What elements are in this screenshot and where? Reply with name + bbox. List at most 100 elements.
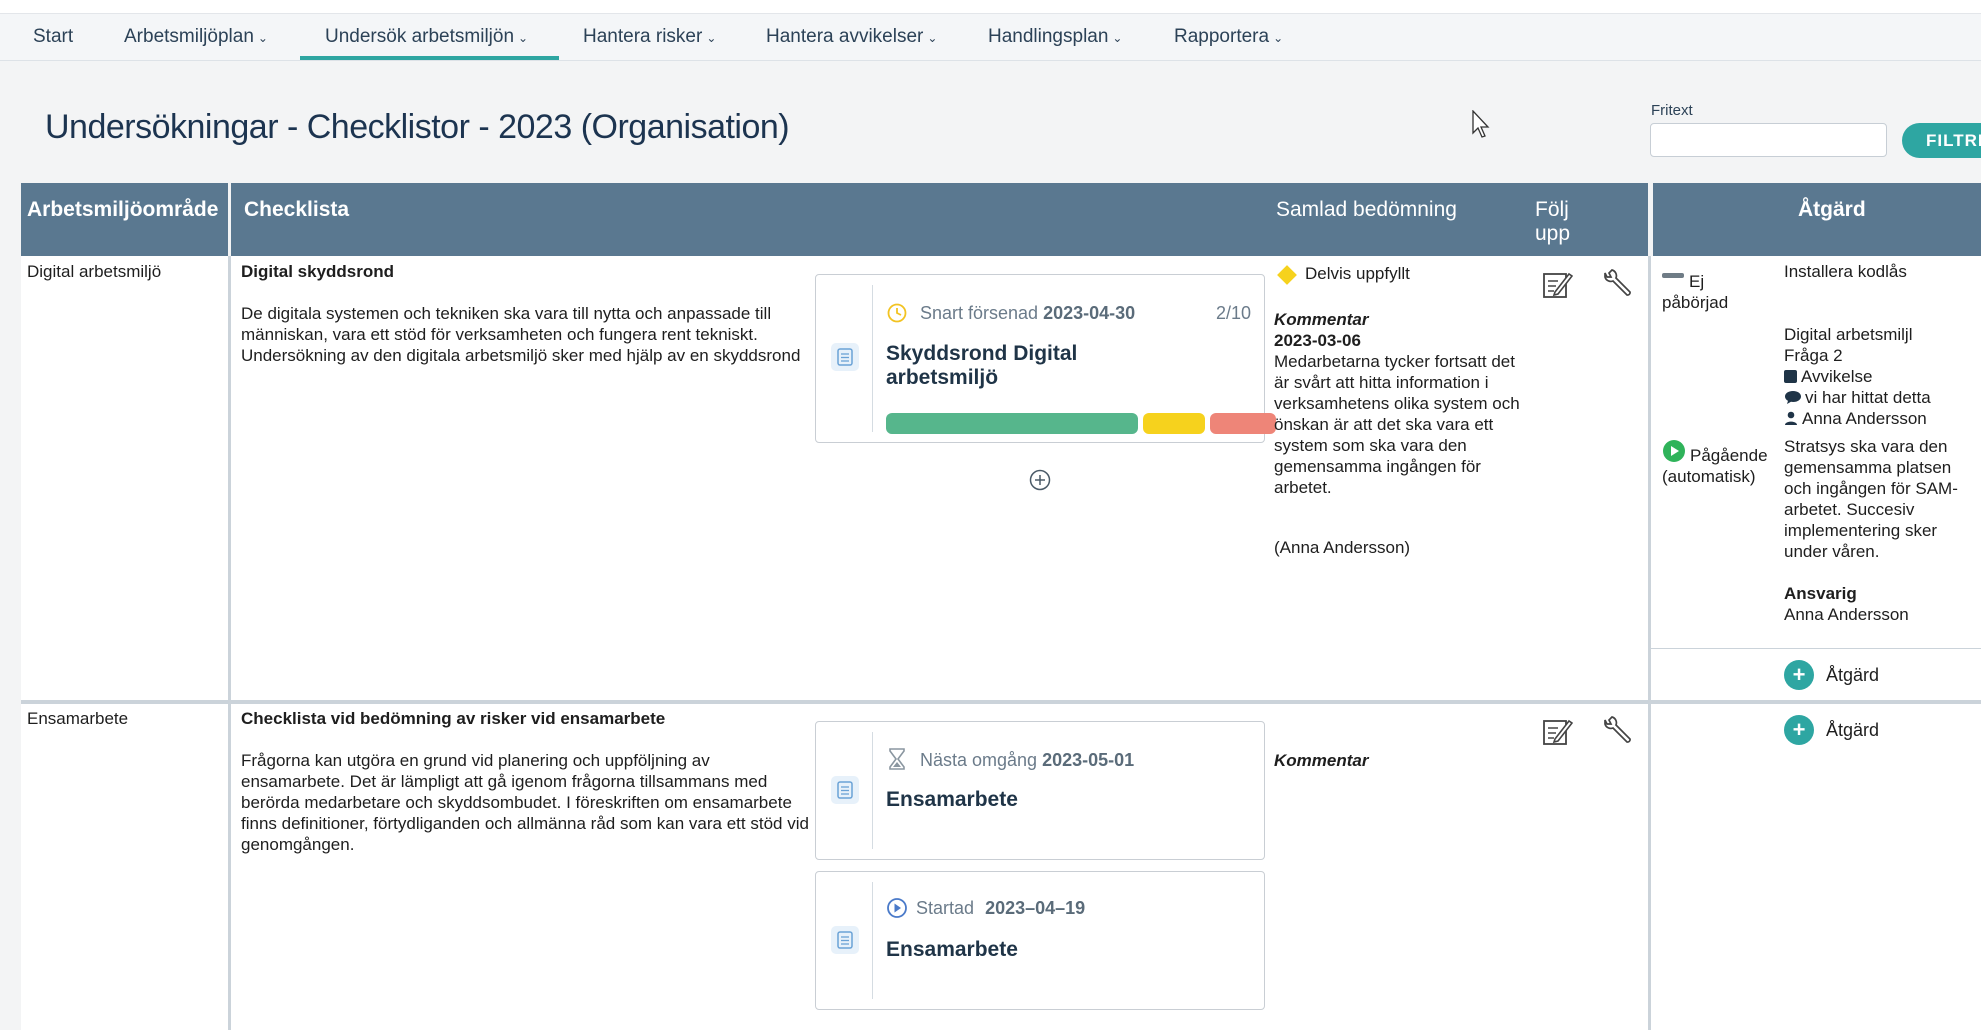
progress-green [886,413,1138,434]
nav-label: Hantera avvikelser [766,26,924,47]
deviation-text: Avvikelse [1801,367,1873,386]
nav-label: Rapportera [1174,26,1270,47]
chevron-down-icon: ⌄ [1273,31,1284,45]
wrench-icon[interactable] [1601,715,1633,747]
nav-start[interactable]: Start [33,14,73,60]
nav-hantera-risker[interactable]: Hantera risker ⌄ [583,14,716,60]
action-status: Ej påbörjad [1662,272,1729,312]
person-icon [1785,411,1797,425]
action-link-title[interactable]: Digital arbetsmiljl [1784,324,1912,345]
deviation-icon [1784,370,1797,383]
add-action-button[interactable]: + [1784,660,1814,690]
area-name: Ensamarbete [27,709,129,728]
checklist-title: Digital skyddsrond [241,262,395,281]
checklist-card[interactable]: Startad 2023–04–19 Ensamarbete [815,871,1265,1010]
action-link-sub: Fråga 2 [1784,346,1843,365]
checklist-title: Checklista vid bedömning av risker vid e… [241,709,666,728]
nav-handlingsplan[interactable]: Handlingsplan ⌄ [988,14,1122,60]
header-action: Åtgärd [1653,183,1981,256]
comment-author: (Anna Andersson) [1274,538,1411,557]
card-date: 2023–04–19 [985,898,1086,918]
card-count: 2/10 [1216,303,1252,323]
speech-bubble-icon [1785,391,1801,404]
nav-label: Handlingsplan [988,26,1109,47]
add-action-label[interactable]: Åtgärd [1826,665,1879,686]
nav-undersok-arbetsmiljon[interactable]: Undersök arbetsmiljön ⌄ [300,14,559,60]
nav-hantera-avvikelser[interactable]: Hantera avvikelser ⌄ [766,14,937,60]
responsible-name: Anna Andersson [1784,605,1909,624]
edit-note-icon[interactable] [1541,268,1573,300]
person-name: Anna Andersson [1802,409,1927,428]
action-divider [1651,648,1981,649]
nav-label: Hantera risker [583,26,703,47]
assessment-label: Delvis uppfyllt [1305,264,1410,283]
chevron-down-icon: ⌄ [257,31,268,45]
card-title: Ensamarbete [886,788,1018,811]
progress-red [1210,413,1276,434]
checklist-icon [831,926,859,954]
card-divider [872,285,873,432]
main-nav: Start Arbetsmiljöplan ⌄ Undersök arbetsmi… [0,14,1981,61]
top-strip [0,0,1981,14]
card-status-text: Startad [916,898,975,918]
nav-arbetsmiljoplan[interactable]: Arbetsmiljöplan ⌄ [124,14,268,60]
hourglass-icon [889,748,905,770]
checklist-icon [831,343,859,371]
edit-note-icon[interactable] [1541,715,1573,747]
fritext-label: Fritext [1651,102,1693,119]
fritext-input[interactable] [1650,123,1887,157]
area-name: Digital arbetsmiljö [27,262,162,281]
card-status-text: Nästa omgång [920,750,1038,770]
comment-label: Kommentar [1274,751,1369,770]
action-status: Pågående (automatisk) [1662,446,1768,486]
comment-label: Kommentar [1274,310,1369,329]
nav-label: Arbetsmiljöplan [124,26,254,47]
card-status: Snart försenad 2023-04-30 [920,303,1135,324]
column-divider [1648,256,1651,1030]
play-circle-outline-icon [887,898,907,918]
diamond-icon [1277,265,1297,285]
chevron-down-icon: ⌄ [1112,31,1123,45]
wrench-icon[interactable] [1601,268,1633,300]
comment-text: Medarbetarna tycker fortsatt det är svår… [1274,352,1520,497]
responsible-label: Ansvarig [1784,584,1857,603]
filter-button[interactable]: FILTRE [1902,123,1981,158]
card-title: Ensamarbete [886,938,1018,961]
card-status: Startad 2023–04–19 [916,898,1085,919]
nav-rapportera[interactable]: Rapportera ⌄ [1174,14,1283,60]
add-action-button[interactable]: + [1784,715,1814,745]
header-area-label: Arbetsmiljöområde [27,198,219,221]
checklist-description: Frågorna kan utgöra en grund vid planeri… [241,751,809,854]
card-status: Nästa omgång 2023-05-01 [920,750,1134,771]
column-divider [228,256,231,1030]
row-divider [21,700,1981,704]
card-date: 2023-05-01 [1042,750,1135,770]
header-assessment-label: Samlad bedömning [1276,198,1457,221]
card-date: 2023-04-30 [1043,303,1136,323]
header-main: Checklista Samlad bedömning Följ upp [231,183,1648,256]
action-text: Stratsys ska vara den gemensamma platsen… [1784,437,1958,561]
checklist-card[interactable]: Nästa omgång 2023-05-01 Ensamarbete [815,721,1265,860]
checklist-icon [831,776,859,804]
progress-yellow [1143,413,1205,434]
add-circle-icon[interactable] [1028,468,1052,492]
person-line: Anna Andersson [1784,408,1927,429]
chevron-down-icon: ⌄ [927,31,938,45]
add-action-label[interactable]: Åtgärd [1826,720,1879,741]
header-action-label: Åtgärd [1798,198,1866,221]
comment-snippet: vi har hittat detta [1805,388,1931,407]
checklist-description: De digitala systemen och tekniken ska va… [241,304,801,365]
nav-label: Start [33,26,74,47]
nav-label: Undersök arbetsmiljön [325,26,515,47]
comment-line: vi har hittat detta [1784,387,1931,408]
header-checklist-label: Checklista [244,198,350,221]
card-divider [872,882,873,999]
card-divider [872,732,873,849]
header-follow-up-label: Följ upp [1535,198,1571,245]
chevron-down-icon: ⌄ [706,31,717,45]
action-title[interactable]: Installera kodlås [1784,261,1907,282]
chevron-down-icon: ⌄ [518,31,529,45]
page-title: Undersökningar - Checklistor - 2023 (Org… [45,108,790,146]
checklist-card[interactable]: Snart försenad 2023-04-30 2/10 Skyddsron… [815,274,1276,443]
card-title: Skyddsrond Digital arbetsmiljö [886,342,1078,389]
